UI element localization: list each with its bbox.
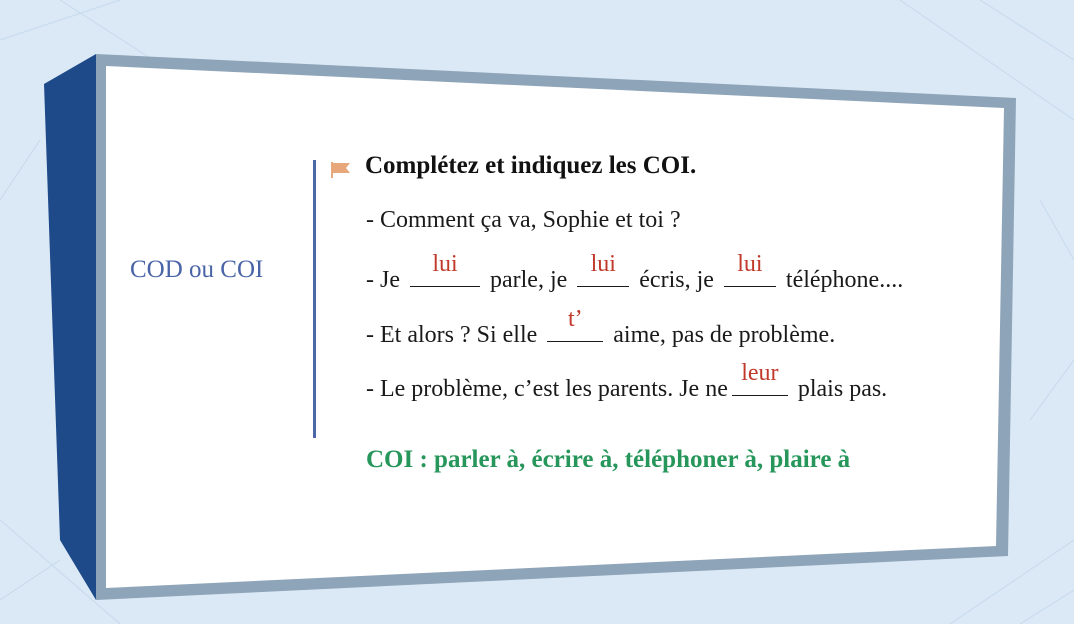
exercise-line-1: - Comment ça va, Sophie et toi ? xyxy=(366,207,681,234)
card-left-bevel xyxy=(44,54,96,600)
exercise-line-3: - Et alors ? Si elle t’ aime, pas de pro… xyxy=(366,306,836,349)
line-text: téléphone.... xyxy=(779,267,904,293)
answer-text: lui xyxy=(590,251,616,277)
flag-icon xyxy=(331,162,350,178)
answer-blank: t’ xyxy=(547,306,604,342)
answer-text: lui xyxy=(737,251,763,277)
line-text: parle, je xyxy=(483,267,574,293)
line-text: - Le problème, c’est les parents. Je ne xyxy=(366,376,728,402)
line-text: - Je xyxy=(366,267,406,293)
answer-blank: lui xyxy=(723,251,776,287)
line-text: plais pas. xyxy=(791,376,888,402)
answer-blank: lui xyxy=(409,251,480,287)
side-label: COD ou COI xyxy=(130,256,264,283)
line-text: - Et alors ? Si elle xyxy=(366,322,544,348)
coi-summary: COI : parler à, écrire à, téléphoner à, … xyxy=(366,446,851,473)
answer-blank: leur xyxy=(731,360,788,396)
line-text: aime, pas de problème. xyxy=(607,322,836,348)
answer-blank: lui xyxy=(577,251,630,287)
slide-card xyxy=(44,54,1016,600)
exercise-line-2: - Je lui parle, je lui écris, je lui tél… xyxy=(366,251,904,294)
exercise-line-4: - Le problème, c’est les parents. Je ne l… xyxy=(366,360,888,403)
answer-text: t’ xyxy=(567,306,583,332)
line-text: écris, je xyxy=(633,267,720,293)
exercise-heading: Complétez et indiquez les COI. xyxy=(365,152,697,179)
answer-text: lui xyxy=(432,251,458,277)
answer-text: leur xyxy=(741,360,779,386)
line-text: - Comment ça va, Sophie et toi ? xyxy=(366,207,681,233)
vertical-divider xyxy=(313,160,316,438)
